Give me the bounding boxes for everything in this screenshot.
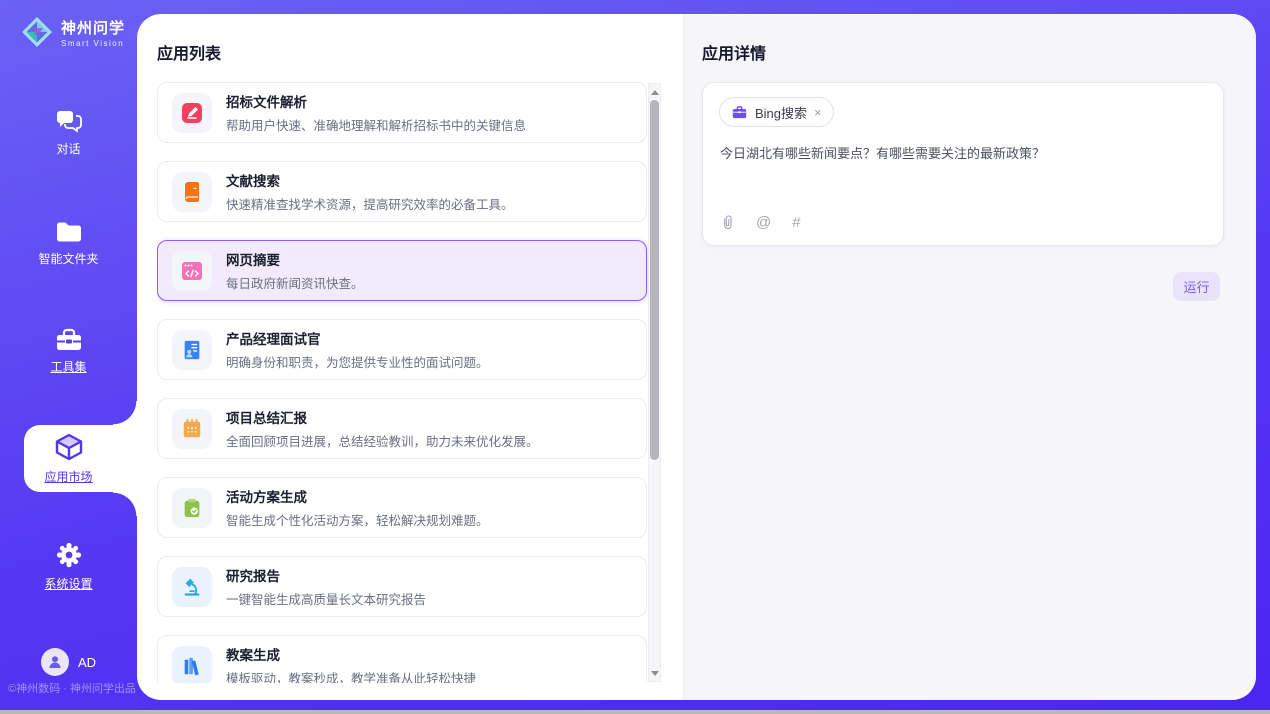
query-input[interactable]: 今日湖北有哪些新闻要点？有哪些需要关注的最新政策？ [720, 143, 1200, 162]
app-card-title: 活动方案生成 [226, 486, 489, 506]
app-card-title: 研究报告 [226, 565, 426, 585]
sidebar-item-chat[interactable]: 对话 [0, 108, 137, 157]
app-card-web-summary[interactable]: 网页摘要 每日政府新闻资讯快查。 [157, 240, 647, 301]
app-list: 招标文件解析 帮助用户快速、准确地理解和解析招标书中的关键信息 文献搜索 快速精… [157, 82, 649, 683]
app-card-bid-parsing[interactable]: 招标文件解析 帮助用户快速、准确地理解和解析招标书中的关键信息 [157, 82, 647, 143]
sidebar: 神州问学 Smart Vision 对话 智能文件夹 工具集 [0, 0, 137, 710]
sidebar-item-toolbox[interactable]: 工具集 [0, 328, 137, 375]
app-card-desc: 帮助用户快速、准确地理解和解析招标书中的关键信息 [226, 115, 526, 134]
user-name: AD [78, 655, 96, 670]
brand-logo: 神州问学 Smart Vision [20, 15, 125, 49]
user-row[interactable]: AD [0, 648, 137, 676]
app-card-literature-search[interactable]: 文献搜索 快速精准查找学术资源，提高研究效率的必备工具。 [157, 161, 647, 222]
clipboard-check-icon [172, 488, 212, 528]
app-card-desc: 智能生成个性化活动方案，轻松解决规划难题。 [226, 510, 489, 529]
app-card-desc: 每日政府新闻资讯快查。 [226, 273, 364, 292]
app-card-desc: 模板驱动，教案秒成，教学准备从此轻松快捷 [226, 668, 476, 683]
sidebar-item-label: 智能文件夹 [38, 250, 98, 267]
brand-name: 神州问学 [61, 17, 125, 38]
run-button[interactable]: 运行 [1173, 272, 1220, 301]
books-icon [172, 646, 212, 684]
hash-icon[interactable]: # [792, 214, 800, 231]
scroll-down-icon[interactable] [649, 667, 660, 679]
tool-chip-bing-search[interactable]: Bing搜索 × [719, 97, 834, 127]
app-card-title: 教案生成 [226, 644, 476, 664]
scroll-up-icon[interactable] [649, 86, 660, 98]
app-card-desc: 明确身份和职责，为您提供专业性的面试问题。 [226, 352, 489, 371]
mention-icon[interactable]: @ [756, 214, 771, 231]
briefcase-icon [731, 104, 748, 121]
gear-icon [55, 541, 83, 569]
bottom-strip [0, 710, 1270, 714]
app-card-title: 网页摘要 [226, 249, 364, 269]
toolbox-icon [55, 328, 83, 352]
scrollbar-thumb[interactable] [650, 100, 659, 460]
main-window: 应用列表 招标文件解析 帮助用户快速、准确地理解和解析招标书中的关键信息 文献搜… [137, 14, 1256, 700]
cube-icon [54, 432, 84, 462]
browser-code-icon [172, 251, 212, 291]
avatar [41, 648, 69, 676]
app-card-title: 文献搜索 [226, 170, 514, 190]
copyright-text: ©神州数码 · 神州问学出品 [8, 680, 136, 696]
microscope-icon [172, 567, 212, 607]
app-detail-panel: 应用详情 Bing搜索 × 今日湖北有哪些新闻要点？有哪些需要关注的最新政策？ … [683, 14, 1256, 700]
brand-subtitle: Smart Vision [61, 39, 125, 48]
bubble-notch-top [113, 401, 137, 425]
sidebar-item-label: 对话 [56, 140, 80, 157]
app-card-desc: 快速精准查找学术资源，提高研究效率的必备工具。 [226, 194, 514, 213]
sidebar-item-app-market[interactable]: 应用市场 [0, 432, 137, 485]
close-icon[interactable]: × [814, 106, 822, 119]
diamond-logo-icon [20, 15, 54, 49]
chat-icon [55, 108, 83, 134]
app-root: 应用列表 招标文件解析 帮助用户快速、准确地理解和解析招标书中的关键信息 文献搜… [0, 0, 1270, 714]
app-card-title: 项目总结汇报 [226, 407, 539, 427]
app-card-event-plan[interactable]: 活动方案生成 智能生成个性化活动方案，轻松解决规划难题。 [157, 477, 647, 538]
app-card-title: 产品经理面试官 [226, 328, 489, 348]
folder-icon [55, 220, 83, 244]
app-card-pm-interviewer[interactable]: 产品经理面试官 明确身份和职责，为您提供专业性的面试问题。 [157, 319, 647, 380]
app-card-lesson-plan[interactable]: 教案生成 模板驱动，教案秒成，教学准备从此轻松快捷 [157, 635, 647, 683]
notepad-icon [172, 409, 212, 449]
app-card-desc: 一键智能生成高质量长文本研究报告 [226, 589, 426, 608]
book-icon [172, 172, 212, 212]
tool-chip-label: Bing搜索 [755, 103, 807, 122]
app-card-title: 招标文件解析 [226, 91, 526, 111]
sidebar-item-label: 系统设置 [44, 575, 92, 592]
prompt-card: Bing搜索 × 今日湖北有哪些新闻要点？有哪些需要关注的最新政策？ @ # [702, 82, 1224, 246]
resume-icon [172, 330, 212, 370]
app-detail-title: 应用详情 [702, 40, 766, 64]
pen-square-icon [172, 93, 212, 133]
app-list-title: 应用列表 [157, 40, 221, 64]
app-card-research-report[interactable]: 研究报告 一键智能生成高质量长文本研究报告 [157, 556, 647, 617]
sidebar-item-settings[interactable]: 系统设置 [0, 541, 137, 592]
app-card-project-summary[interactable]: 项目总结汇报 全面回顾项目进展，总结经验教训，助力未来优化发展。 [157, 398, 647, 459]
bubble-notch-bottom [113, 492, 137, 516]
sidebar-item-smart-folder[interactable]: 智能文件夹 [0, 220, 137, 267]
paperclip-icon[interactable] [720, 214, 735, 231]
app-card-desc: 全面回顾项目进展，总结经验教训，助力未来优化发展。 [226, 431, 539, 450]
sidebar-item-label: 应用市场 [44, 468, 92, 485]
list-scrollbar[interactable] [648, 83, 661, 682]
sidebar-item-label: 工具集 [50, 358, 86, 375]
